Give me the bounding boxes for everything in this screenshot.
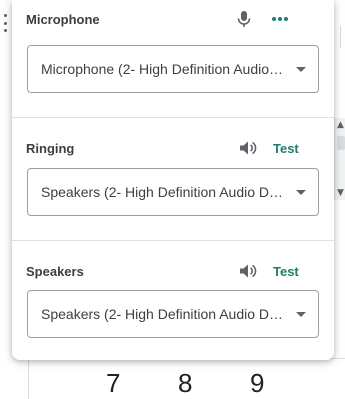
scrollbar-thumb[interactable] bbox=[337, 136, 345, 150]
ringing-select-value: Speakers (2- High Definition Audio Devic… bbox=[41, 184, 284, 200]
microphone-select[interactable]: Microphone (2- High Definition Audio Dev… bbox=[27, 45, 319, 93]
speakers-section: Speakers Test Speakers (2- High Definiti… bbox=[12, 241, 334, 360]
chevron-down-icon bbox=[296, 67, 306, 72]
speakers-select[interactable]: Speakers (2- High Definition Audio Devic… bbox=[27, 290, 319, 338]
speakers-test-button[interactable]: Test bbox=[273, 264, 299, 279]
chevron-down-icon bbox=[296, 190, 306, 195]
microphone-select-value: Microphone (2- High Definition Audio Dev… bbox=[41, 61, 284, 77]
speaker-icon[interactable] bbox=[238, 261, 258, 281]
ringing-label: Ringing bbox=[26, 141, 75, 156]
drag-handle-icon[interactable] bbox=[0, 14, 10, 32]
divider bbox=[340, 26, 341, 48]
dialpad-key-8[interactable]: 8 bbox=[178, 368, 192, 399]
ringing-test-button[interactable]: Test bbox=[273, 141, 299, 156]
audio-settings-popup: Microphone Microphone (2- High Definitio… bbox=[12, 0, 334, 360]
ringing-select[interactable]: Speakers (2- High Definition Audio Devic… bbox=[27, 168, 319, 216]
speaker-icon[interactable] bbox=[238, 138, 258, 158]
dialpad-key-7[interactable]: 7 bbox=[106, 368, 120, 399]
dialpad-key-9[interactable]: 9 bbox=[250, 368, 264, 399]
ringing-section: Ringing Test Speakers (2- High Definitio… bbox=[12, 118, 334, 240]
microphone-label: Microphone bbox=[26, 12, 100, 27]
speakers-select-value: Speakers (2- High Definition Audio Devic… bbox=[41, 306, 284, 322]
microphone-icon[interactable] bbox=[234, 9, 254, 29]
chevron-down-icon bbox=[296, 312, 306, 317]
scroll-up-icon[interactable]: ▲ bbox=[335, 118, 345, 132]
speakers-label: Speakers bbox=[26, 264, 84, 279]
more-options-icon[interactable] bbox=[270, 9, 290, 29]
scrollbar[interactable]: ▲ ▼ bbox=[334, 118, 345, 200]
scroll-down-icon[interactable]: ▼ bbox=[335, 186, 345, 200]
microphone-section: Microphone Microphone (2- High Definitio… bbox=[12, 0, 334, 117]
